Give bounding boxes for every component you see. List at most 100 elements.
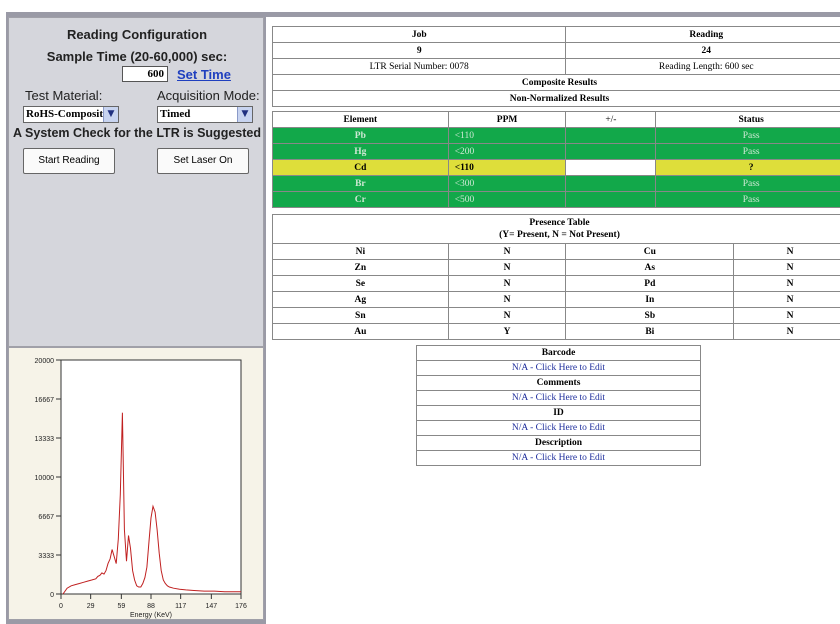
x-tick-label: 29 <box>87 603 95 610</box>
y-tick-label: 13333 <box>35 436 55 443</box>
error-cell <box>565 127 657 144</box>
y-tick-label: 16667 <box>35 397 55 404</box>
comments-label: Comments <box>416 375 701 391</box>
element-cell: Bi <box>565 323 735 340</box>
ppm-cell: <110 <box>447 159 567 176</box>
acquisition-mode-label: Acquisition Mode: <box>157 88 260 103</box>
element-cell: Pd <box>565 275 735 292</box>
barcode-edit-link[interactable]: N/A - Click Here to Edit <box>416 360 701 376</box>
presence-cell: N <box>733 307 840 324</box>
presence-cell: N <box>733 259 840 276</box>
presence-cell: N <box>447 259 567 276</box>
start-reading-button[interactable]: Start Reading <box>23 148 115 174</box>
sample-time-input[interactable]: 600 <box>122 66 168 82</box>
presence-cell: N <box>447 291 567 308</box>
element-cell: Au <box>272 323 449 340</box>
x-tick-label: 147 <box>205 603 217 610</box>
status-column-header: Status <box>655 111 840 128</box>
metadata-table: Barcode N/A - Click Here to Edit Comment… <box>416 345 701 466</box>
table-row: Hg <200 Pass <box>272 143 840 160</box>
test-material-label: Test Material: <box>25 88 103 103</box>
element-cell: Pb <box>272 127 449 144</box>
description-label: Description <box>416 435 701 451</box>
table-row: Cd <110 ? <box>272 159 840 176</box>
error-cell <box>565 143 657 160</box>
presence-cell: N <box>733 323 840 340</box>
presence-cell: N <box>447 307 567 324</box>
element-cell: In <box>565 291 735 308</box>
element-cell: Ag <box>272 291 449 308</box>
y-tick-label: 0 <box>50 592 54 599</box>
job-header: Job <box>271 26 567 43</box>
test-material-value: RoHS-Composite <box>26 108 108 120</box>
x-tick-label: 0 <box>59 603 63 610</box>
status-cell: Pass <box>655 127 840 144</box>
top-strip <box>0 0 840 12</box>
error-cell <box>565 175 657 192</box>
set-laser-on-button[interactable]: Set Laser On <box>157 148 249 174</box>
element-cell: Zn <box>272 259 449 276</box>
ppm-column-header: PPM <box>447 111 567 128</box>
status-cell: Pass <box>655 175 840 192</box>
element-cell: Br <box>272 175 449 192</box>
ppm-cell: <500 <box>447 191 567 208</box>
table-row: Ag N In N <box>272 291 840 308</box>
presence-cell: N <box>733 243 840 260</box>
config-title: Reading Configuration <box>66 27 208 42</box>
x-tick-label: 59 <box>117 603 125 610</box>
id-label: ID <box>416 405 701 421</box>
spectrum-panel: 20000 16667 13333 10000 6667 3333 0 0 29 59 88 117 1… <box>8 347 264 620</box>
acquisition-mode-value: Timed <box>160 108 191 120</box>
error-column-header: +/- <box>565 111 657 128</box>
element-cell: Cd <box>272 159 449 176</box>
element-cell: Cu <box>565 243 735 260</box>
presence-table: Presence Table (Y= Present, N = Not Pres… <box>272 214 840 340</box>
table-row: Se N Pd N <box>272 275 840 292</box>
barcode-label: Barcode <box>416 345 701 361</box>
element-cell: Ni <box>272 243 449 260</box>
y-tick-label: 10000 <box>35 475 55 482</box>
element-column-header: Element <box>272 111 449 128</box>
description-edit-link[interactable]: N/A - Click Here to Edit <box>416 450 701 466</box>
presence-cell: N <box>447 275 567 292</box>
error-cell <box>565 191 657 208</box>
presence-table-title: Presence Table <box>529 218 590 228</box>
table-row: Sn N Sb N <box>272 307 840 324</box>
element-cell: Cr <box>272 191 449 208</box>
reading-value: 24 <box>565 42 840 59</box>
table-row: Cr <500 Pass <box>272 191 840 208</box>
reading-configuration-panel: Reading Configuration Sample Time (20-60… <box>8 17 264 347</box>
ppm-cell: <200 <box>447 143 567 160</box>
y-tick-label: 20000 <box>35 358 55 365</box>
y-tick-label: 6667 <box>38 514 54 521</box>
summary-table: Job Reading 9 24 LTR Serial Number: 0078… <box>271 26 840 107</box>
set-time-link[interactable]: Set Time <box>177 67 231 82</box>
acquisition-mode-select[interactable]: Timed ▼ <box>157 106 253 123</box>
element-cell: Sb <box>565 307 735 324</box>
x-axis-label: Energy (KeV) <box>130 612 172 619</box>
table-row: Ni N Cu N <box>272 243 840 260</box>
status-cell: ? <box>655 159 840 176</box>
presence-table-legend: (Y= Present, N = Not Present) <box>499 230 620 240</box>
presence-cell: N <box>447 243 567 260</box>
results-panel: Job Reading 9 24 LTR Serial Number: 0078… <box>266 17 840 624</box>
status-cell: Pass <box>655 191 840 208</box>
test-material-select[interactable]: RoHS-Composite ▼ <box>23 106 119 123</box>
chevron-down-icon: ▼ <box>237 107 252 122</box>
chevron-down-icon: ▼ <box>103 107 118 122</box>
reading-header: Reading <box>565 26 840 43</box>
x-tick-label: 176 <box>235 603 247 610</box>
reading-length: Reading Length: 600 sec <box>565 58 840 75</box>
comments-edit-link[interactable]: N/A - Click Here to Edit <box>416 390 701 406</box>
non-normalized-header: Non-Normalized Results <box>272 90 840 107</box>
presence-cell: Y <box>447 323 567 340</box>
results-table: Element PPM +/- Status Pb <110 Pass Hg <… <box>272 111 840 208</box>
composite-results-header: Composite Results <box>272 74 840 91</box>
plot-area <box>60 359 242 595</box>
ppm-cell: <300 <box>447 175 567 192</box>
sample-time-label: Sample Time (20-60,000) sec: <box>46 49 228 64</box>
presence-cell: N <box>733 275 840 292</box>
element-cell: Se <box>272 275 449 292</box>
id-edit-link[interactable]: N/A - Click Here to Edit <box>416 420 701 436</box>
x-tick-label: 88 <box>147 603 155 610</box>
